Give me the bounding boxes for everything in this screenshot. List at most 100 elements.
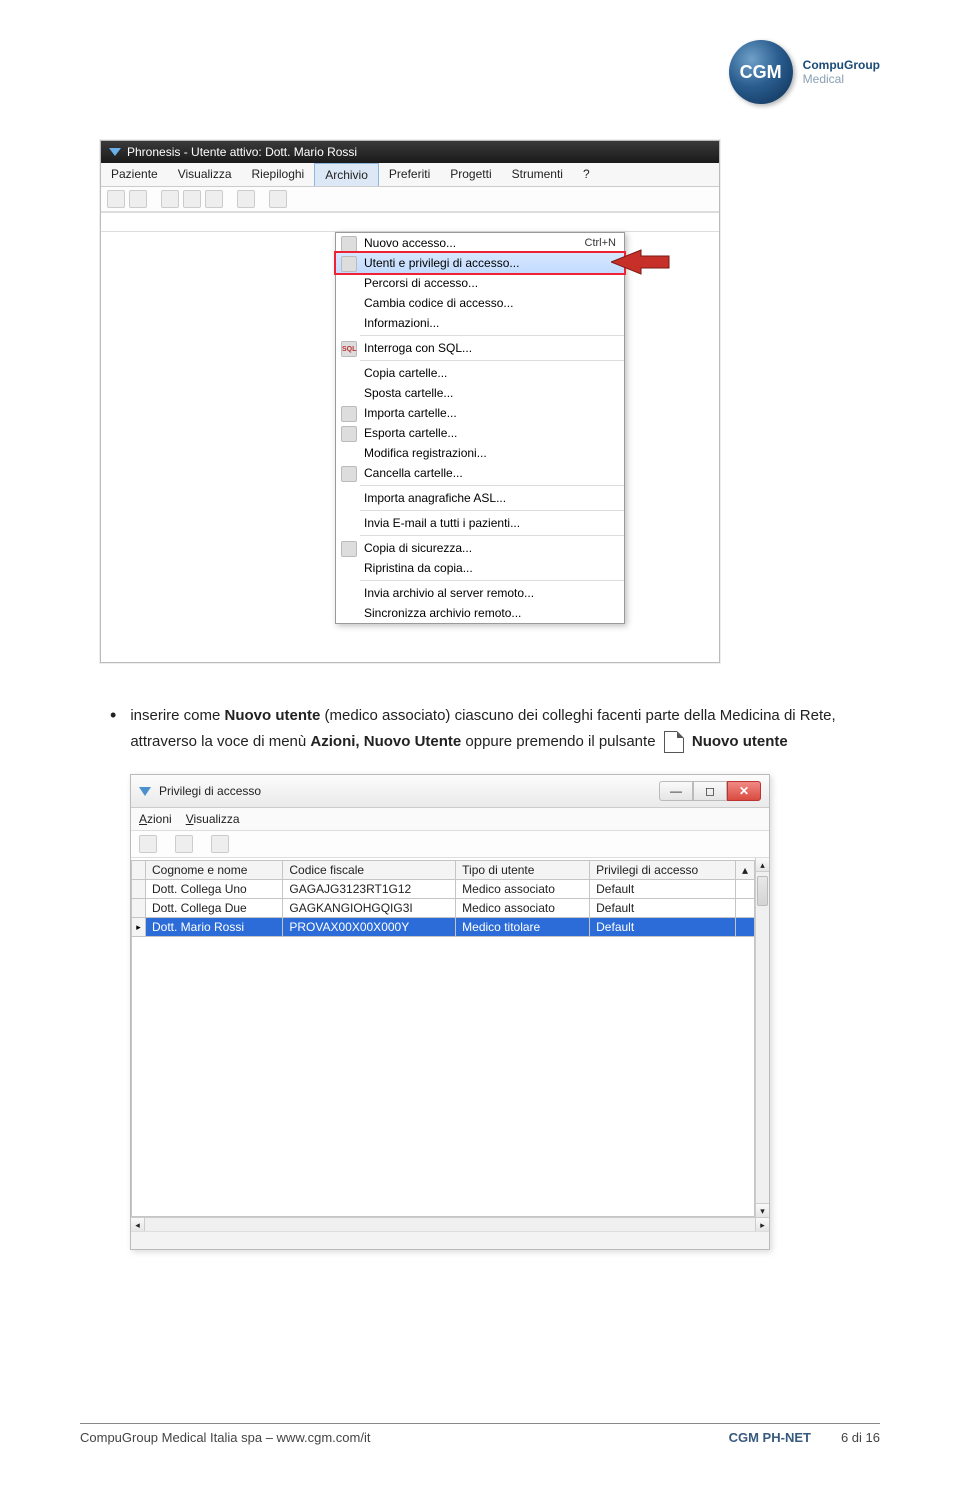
maximize-button[interactable]: ◻ — [693, 781, 727, 801]
menu-item[interactable]: Sincronizza archivio remoto... — [336, 603, 624, 623]
window-menu-item[interactable]: Visualizza — [186, 812, 240, 826]
menu-item-label: Nuovo accesso... — [364, 236, 456, 250]
menu-item[interactable]: SQL Interroga con SQL... — [336, 338, 624, 358]
menu-item-label: Utenti e privilegi di accesso... — [364, 256, 519, 270]
horizontal-scrollbar[interactable]: ◂ ▸ — [131, 1217, 769, 1231]
menu-item[interactable]: Cambia codice di accesso... — [336, 293, 624, 313]
menu-archivio[interactable]: Archivio — [314, 163, 379, 186]
menu-preferiti[interactable]: Preferiti — [379, 163, 440, 186]
menu-paziente[interactable]: Paziente — [101, 163, 168, 186]
window-buttons: — ◻ ✕ — [659, 781, 761, 801]
table-row[interactable]: ▸Dott. Mario RossiPROVAX00X00X000YMedico… — [132, 918, 755, 937]
toolbar-icon[interactable] — [183, 190, 201, 208]
menu-item[interactable]: Cancella cartelle... — [336, 463, 624, 483]
menu-item[interactable]: Informazioni... — [336, 313, 624, 333]
menu-item-label: Sposta cartelle... — [364, 386, 453, 400]
table-cell: GAGKANGIOHGQIG3I — [283, 899, 456, 918]
scroll-left-icon[interactable]: ◂ — [131, 1218, 145, 1231]
menu-item[interactable]: Esporta cartelle... — [336, 423, 624, 443]
table-cell: GAGAJG3123RT1G12 — [283, 880, 456, 899]
menu-item-icon — [341, 426, 357, 442]
logo-mark: CGM — [729, 40, 793, 104]
menu-item[interactable]: Ripristina da copia... — [336, 558, 624, 578]
menu-item-icon — [341, 466, 357, 482]
menu-item-label: Ripristina da copia... — [364, 561, 473, 575]
minimize-button[interactable]: — — [659, 781, 693, 801]
bullet-icon: • — [110, 703, 116, 754]
menu-item[interactable]: Copia cartelle... — [336, 363, 624, 383]
menu-item-label: Percorsi di accesso... — [364, 276, 478, 290]
toolbar-icon[interactable] — [161, 190, 179, 208]
column-header[interactable]: Privilegi di accesso — [590, 861, 736, 880]
menu-item[interactable]: Utenti e privilegi di accesso... — [335, 252, 625, 274]
menu-item-icon: SQL — [341, 341, 357, 357]
menu-item[interactable]: Sposta cartelle... — [336, 383, 624, 403]
menu-item-label: Modifica registrazioni... — [364, 446, 487, 460]
table-row[interactable]: Dott. Collega UnoGAGAJG3123RT1G12Medico … — [132, 880, 755, 899]
table-cell: Medico associato — [456, 880, 590, 899]
toolbar-icon[interactable] — [269, 190, 287, 208]
footer-page: 6 di 16 — [841, 1430, 880, 1445]
menu-item-label: Interroga con SQL... — [364, 341, 472, 355]
new-icon[interactable] — [139, 835, 157, 853]
menu-item[interactable]: Importa cartelle... — [336, 403, 624, 423]
menu-item-icon — [341, 541, 357, 557]
refresh-icon[interactable] — [211, 835, 229, 853]
table-cell: Medico associato — [456, 899, 590, 918]
menu-?[interactable]: ? — [573, 163, 600, 186]
menubar: PazienteVisualizzaRiepiloghiArchivioPref… — [101, 163, 719, 187]
scroll-thumb[interactable] — [757, 876, 768, 906]
menu-item[interactable]: Invia E-mail a tutti i pazienti... — [336, 513, 624, 533]
table-cell: PROVAX00X00X000Y — [283, 918, 456, 937]
footer-product: CGM PH-NET — [729, 1430, 811, 1445]
menu-item-label: Copia di sicurezza... — [364, 541, 472, 555]
menu-visualizza[interactable]: Visualizza — [168, 163, 242, 186]
input-row — [101, 212, 719, 232]
menu-item[interactable]: Copia di sicurezza... — [336, 538, 624, 558]
toolbar-icon[interactable] — [107, 190, 125, 208]
archivio-dropdown: Nuovo accesso...Ctrl+N Utenti e privilegi… — [335, 232, 625, 624]
window-menu-item[interactable]: Azioni — [139, 812, 172, 826]
menu-item-label: Importa cartelle... — [364, 406, 457, 420]
menu-item[interactable]: Invia archivio al server remoto... — [336, 583, 624, 603]
toolbar-icon[interactable] — [237, 190, 255, 208]
scroll-down-icon[interactable]: ▾ — [756, 1203, 769, 1217]
logo-text: CompuGroup Medical — [803, 58, 880, 87]
toolbar-icon[interactable] — [129, 190, 147, 208]
status-bar — [131, 1231, 769, 1249]
menu-item[interactable]: Importa anagrafiche ASL... — [336, 488, 624, 508]
new-document-icon — [664, 731, 684, 753]
column-header[interactable]: Tipo di utente — [456, 861, 590, 880]
scroll-right-icon[interactable]: ▸ — [755, 1218, 769, 1231]
table-cell: Dott. Mario Rossi — [146, 918, 283, 937]
column-header[interactable]: Cognome e nome — [146, 861, 283, 880]
menu-item[interactable]: Nuovo accesso...Ctrl+N — [336, 233, 624, 253]
menu-progetti[interactable]: Progetti — [440, 163, 501, 186]
instruction-paragraph: • inserire come Nuovo utente (medico ass… — [110, 703, 880, 754]
window-toolbar — [131, 831, 769, 858]
vertical-scrollbar[interactable]: ▴ ▾ — [755, 858, 769, 1217]
menu-item-label: Esporta cartelle... — [364, 426, 457, 440]
menu-item-icon — [341, 256, 357, 272]
menu-item-label: Importa anagrafiche ASL... — [364, 491, 506, 505]
close-button[interactable]: ✕ — [727, 781, 761, 801]
scroll-up-icon[interactable]: ▴ — [756, 858, 769, 872]
menu-item[interactable]: Modifica registrazioni... — [336, 443, 624, 463]
table-cell: Default — [590, 899, 736, 918]
content-area: Nuovo accesso...Ctrl+N Utenti e privilegi… — [101, 232, 719, 662]
table-cell: Default — [590, 918, 736, 937]
menu-item[interactable]: Percorsi di accesso... — [336, 273, 624, 293]
users-table: Cognome e nomeCodice fiscaleTipo di uten… — [131, 860, 755, 1217]
column-header[interactable]: Codice fiscale — [283, 861, 456, 880]
menu-item-label: Copia cartelle... — [364, 366, 447, 380]
toolbar-icon[interactable] — [205, 190, 223, 208]
menu-riepiloghi[interactable]: Riepiloghi — [242, 163, 315, 186]
app-icon — [109, 148, 121, 156]
table-row[interactable]: Dott. Collega DueGAGKANGIOHGQIG3IMedico … — [132, 899, 755, 918]
window-menubar: Azioni Visualizza — [131, 808, 769, 831]
menu-item-label: Invia E-mail a tutti i pazienti... — [364, 516, 520, 530]
window-icon — [139, 787, 151, 796]
search-icon[interactable] — [175, 835, 193, 853]
footer-left: CompuGroup Medical Italia spa – www.cgm.… — [80, 1430, 370, 1445]
menu-strumenti[interactable]: Strumenti — [502, 163, 573, 186]
